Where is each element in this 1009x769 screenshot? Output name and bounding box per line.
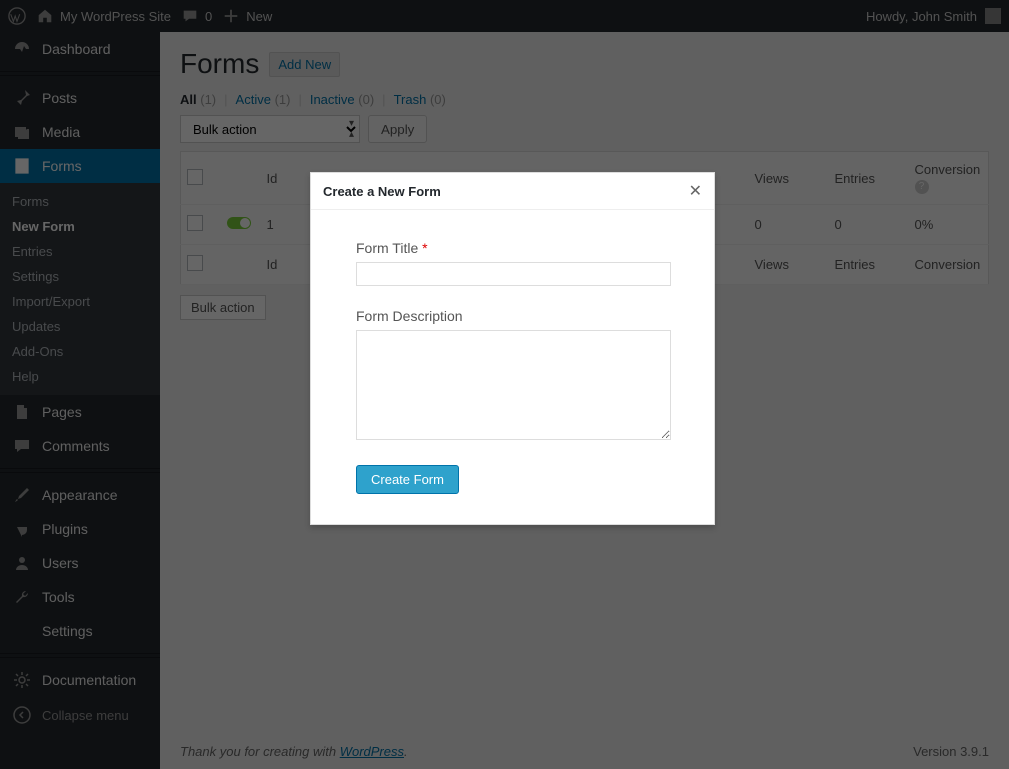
modal-title: Create a New Form (323, 184, 441, 199)
create-form-button[interactable]: Create Form (356, 465, 459, 494)
form-title-input[interactable] (356, 262, 671, 286)
form-description-label: Form Description (356, 308, 679, 324)
form-description-field: Form Description (356, 308, 679, 443)
form-title-field: Form Title * (356, 240, 679, 286)
required-indicator: * (422, 240, 427, 256)
create-form-modal: Create a New Form ✕ Form Title * Form De… (310, 172, 715, 525)
close-icon[interactable]: ✕ (689, 181, 702, 201)
form-description-textarea[interactable] (356, 330, 671, 440)
modal-body: Form Title * Form Description Create For… (311, 210, 714, 524)
modal-header: Create a New Form ✕ (311, 173, 714, 210)
form-title-label: Form Title * (356, 240, 679, 256)
